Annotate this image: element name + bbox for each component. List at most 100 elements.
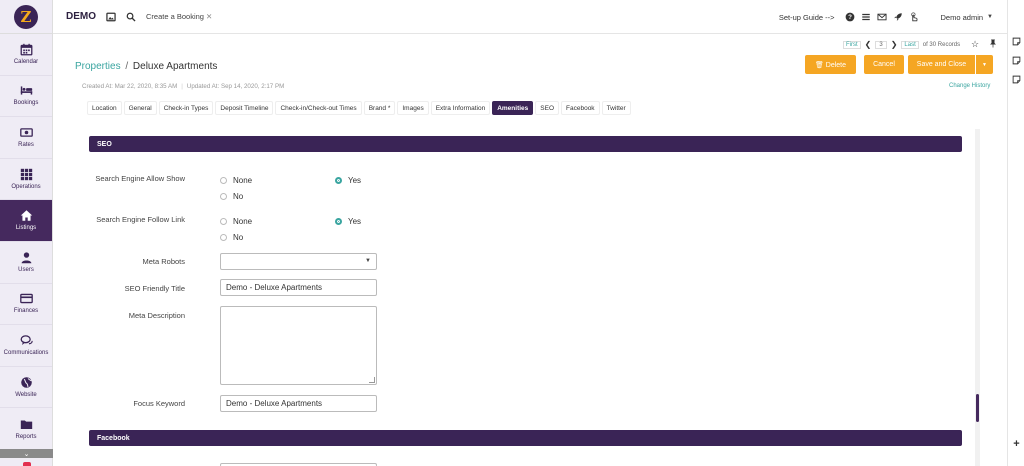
meta-description-label: Meta Description (128, 311, 185, 320)
allow-show-none-radio[interactable]: None (220, 176, 252, 185)
home-icon (20, 210, 32, 221)
breadcrumb-separator: / (125, 61, 129, 72)
radio-circle-selected (335, 177, 342, 184)
sidebar-item-label: Rates (18, 141, 34, 148)
tab-amenities[interactable]: Amenities (492, 101, 534, 115)
sidebar-item-finances[interactable]: Finances (0, 284, 52, 326)
sidebar-item-rates[interactable]: Rates (0, 117, 52, 159)
allow-show-no-radio[interactable]: No (220, 192, 243, 201)
bed-icon (20, 86, 32, 95)
sidebar-item-calendar[interactable]: Calendar (0, 34, 52, 76)
radio-label: Yes (348, 217, 362, 226)
user-menu[interactable]: Demo admin (941, 13, 984, 22)
calendar-icon (20, 43, 32, 56)
note-icon[interactable] (1012, 56, 1021, 65)
tab-check-in-types[interactable]: Check-in Types (158, 101, 214, 115)
tab-facebook[interactable]: Facebook (561, 101, 600, 115)
facebook-section-header: Facebook (89, 430, 962, 446)
sidebar-item-website[interactable]: Website (0, 367, 52, 409)
meta-description-textarea[interactable] (220, 306, 377, 385)
app-logo[interactable]: Z (14, 4, 38, 29)
record-timestamps: Created At: Mar 22, 2020, 8:35 AM | Update… (82, 83, 284, 90)
tab-deposit-timeline[interactable]: Deposit Timeline (215, 101, 274, 115)
sidebar-item-reports[interactable]: Reports (0, 408, 52, 450)
top-bar: DEMO Create a Booking ✕ Set-up Guide --> … (53, 0, 1007, 34)
save-options-dropdown[interactable]: ▼ (976, 55, 993, 74)
brand-name[interactable]: DEMO (66, 11, 96, 22)
delete-button[interactable]: 🗑 Delete (805, 55, 856, 74)
focus-keyword-input[interactable]: Demo - Deluxe Apartments (220, 395, 377, 412)
content-scrollbar-thumb[interactable] (976, 394, 979, 422)
tab-general[interactable]: General (123, 101, 157, 115)
sidebar-item-communications[interactable]: Communications (0, 325, 52, 367)
close-icon[interactable]: ✕ (206, 12, 212, 21)
allow-show-yes-radio[interactable]: Yes (335, 176, 361, 185)
chevron-down-icon[interactable]: ▼ (987, 14, 993, 20)
chevron-down-icon: ▼ (365, 258, 371, 264)
add-icon[interactable]: + (1008, 438, 1024, 450)
touch-icon[interactable] (909, 12, 919, 22)
tab-location[interactable]: Location (87, 101, 122, 115)
grid-icon (20, 168, 32, 180)
sidebar-item-label: Website (15, 391, 37, 398)
note-icon[interactable] (1012, 75, 1021, 84)
radio-label: None (233, 176, 253, 185)
sidebar-item-label: Bookings (13, 100, 39, 107)
tab-brand[interactable]: Brand * (363, 101, 396, 115)
folder-icon (20, 420, 32, 429)
sidebar-item-label: Operations (11, 183, 41, 190)
note-icon[interactable] (1012, 37, 1021, 46)
tab-twitter[interactable]: Twitter (601, 101, 631, 115)
sidebar-item-label: Users (18, 266, 34, 273)
logo-area[interactable]: Z (0, 0, 52, 34)
follow-link-yes-radio[interactable]: Yes (335, 217, 361, 226)
sidebar-item-users[interactable]: Users (0, 242, 52, 284)
next-record-icon[interactable]: ❯ (891, 40, 898, 49)
change-history-link[interactable]: Change History (949, 83, 990, 89)
sidebar-item-operations[interactable]: Operations (0, 159, 52, 201)
created-at: Created At: Mar 22, 2020, 8:35 AM (82, 83, 178, 90)
radio-label: No (233, 192, 244, 201)
tab-images[interactable]: Images (397, 101, 429, 115)
help-icon[interactable]: ? (845, 12, 855, 22)
setup-guide-link[interactable]: Set-up Guide --> (779, 13, 835, 22)
open-tab-create-booking[interactable]: Create a Booking ✕ (146, 12, 212, 21)
sidebar-item-bookings[interactable]: Bookings (0, 76, 52, 118)
menu-icon[interactable] (861, 12, 871, 22)
follow-link-none-radio[interactable]: None (220, 217, 252, 226)
meta-robots-select[interactable]: ▼ (220, 253, 377, 270)
resize-handle[interactable] (369, 377, 375, 383)
left-sidebar: Z Calendar Bookings Rates Operations Lis… (0, 0, 53, 466)
image-icon[interactable] (106, 12, 116, 22)
save-and-close-button[interactable]: Save and Close (908, 55, 976, 74)
prev-record-icon[interactable]: ❮ (865, 40, 872, 49)
star-icon[interactable]: ☆ (971, 39, 979, 50)
first-record-link[interactable]: First (843, 40, 861, 49)
current-record-input[interactable]: 3 (875, 40, 887, 49)
radio-circle (220, 193, 227, 200)
rocket-icon[interactable] (893, 12, 903, 22)
search-icon[interactable] (126, 12, 136, 22)
radio-label: No (233, 233, 244, 242)
sidebar-item-label: Reports (15, 433, 37, 440)
breadcrumb-properties-link[interactable]: Properties (75, 61, 121, 72)
tab-extra-information[interactable]: Extra Information (430, 101, 491, 115)
page-title: Deluxe Apartments (132, 61, 218, 72)
radio-circle (220, 177, 227, 184)
svg-text:?: ? (848, 14, 852, 21)
radio-label: Yes (348, 176, 362, 185)
main-content: First ❮ 3 ❯ Last of 30 Records ☆ 🗑 Delet… (53, 34, 1007, 466)
tab-check-in-out-times[interactable]: Check-in/Check-out Times (275, 101, 362, 115)
mail-icon[interactable] (876, 12, 887, 22)
follow-link-no-radio[interactable]: No (220, 233, 243, 242)
sidebar-scroll-down[interactable]: ⌄ (0, 449, 53, 458)
sidebar-item-label: Communications (3, 349, 49, 356)
seo-friendly-title-input[interactable]: Demo - Deluxe Apartments (220, 279, 377, 296)
tab-seo[interactable]: SEO (535, 101, 560, 115)
cancel-button[interactable]: Cancel (864, 55, 904, 74)
sidebar-item-listings[interactable]: Listings (0, 200, 52, 242)
tab-bar: Location General Check-in Types Deposit … (87, 101, 633, 115)
pin-icon[interactable] (989, 39, 997, 48)
last-record-link[interactable]: Last (901, 40, 919, 49)
globe-icon (20, 376, 32, 388)
